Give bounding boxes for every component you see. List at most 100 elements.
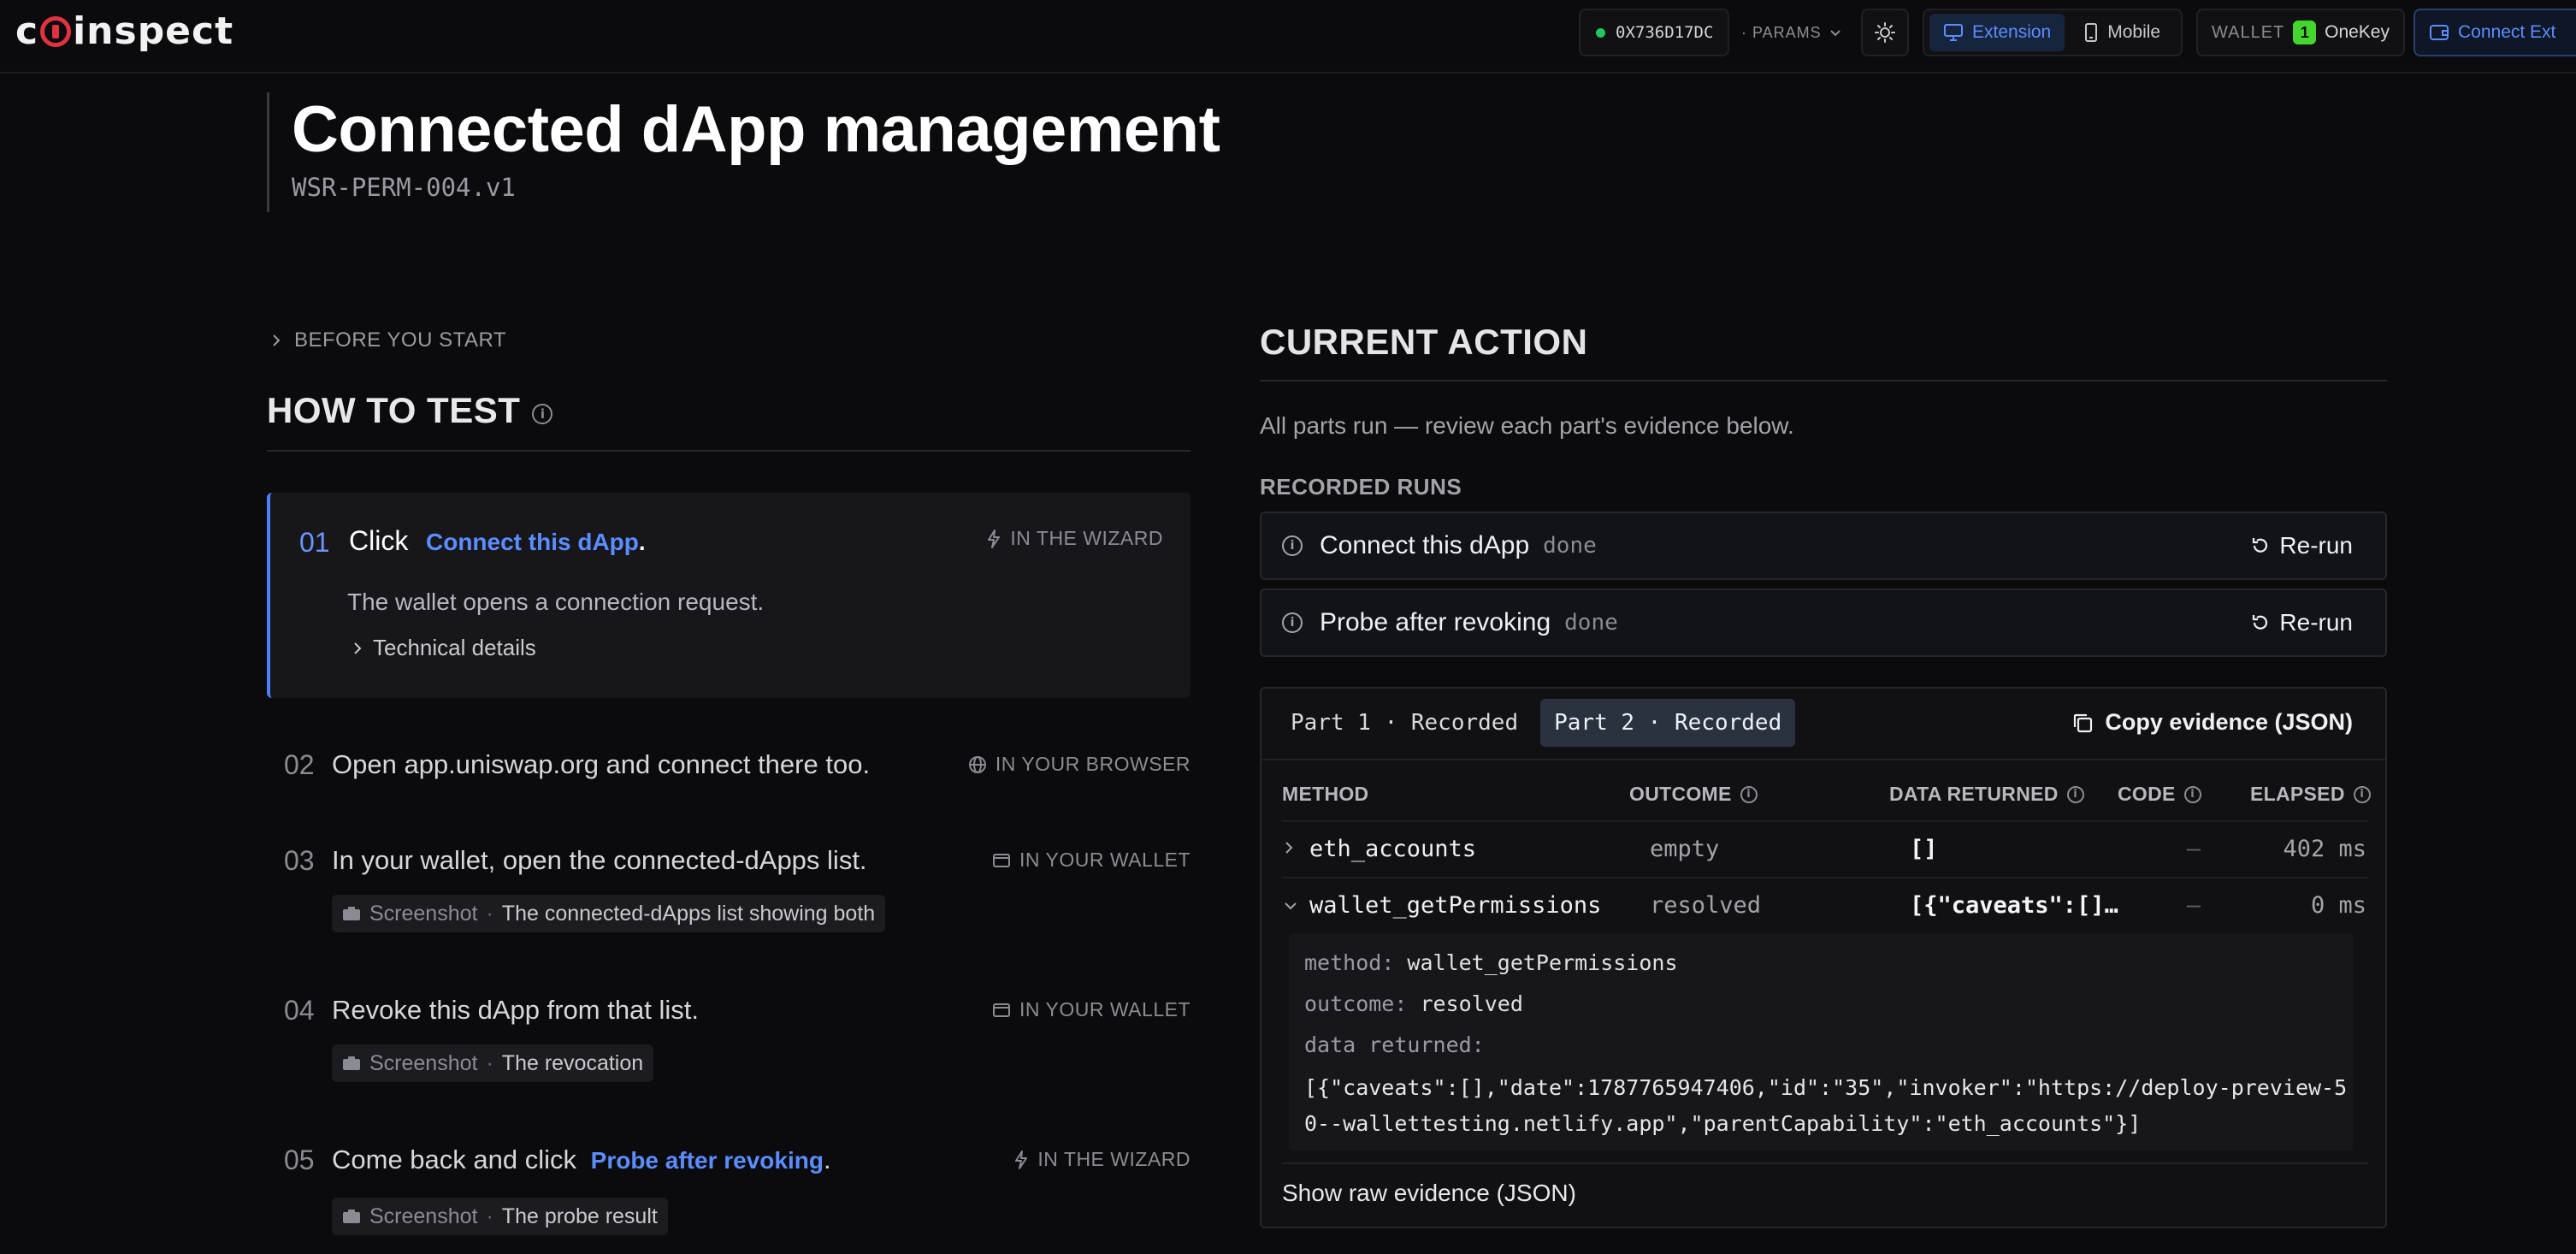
column-header-label: CODE — [2118, 783, 2176, 805]
copy-evidence-button[interactable]: Copy evidence (JSON) — [2071, 709, 2353, 736]
info-icon[interactable]: i — [2066, 785, 2084, 803]
rotate-ccw-icon — [2253, 615, 2268, 630]
step-02: 02 Open app.uniswap.org and connect ther… — [284, 749, 1191, 792]
camera-icon — [343, 1056, 360, 1070]
run-status: done — [1564, 610, 1618, 636]
camera-icon — [343, 907, 360, 920]
account-address-chip[interactable]: 0X736D17DC — [1579, 9, 1729, 56]
step-number: 04 — [284, 995, 315, 1026]
evidence-panel: Part 1 · Recorded Part 2 · Recorded Copy… — [1260, 687, 2387, 1228]
run-name: Connect this dApp — [1320, 531, 1530, 559]
chevron-right-icon[interactable] — [1284, 837, 1294, 860]
step-03: 03 In your wallet, open the connected-dA… — [284, 845, 1191, 939]
detail-key: method: — [1304, 950, 1395, 975]
step-verb: Click — [349, 525, 409, 556]
params-dropdown[interactable]: · PARAMS — [1741, 9, 1842, 56]
copy-evidence-label: Copy evidence (JSON) — [2105, 709, 2353, 735]
info-icon[interactable]: i — [1282, 535, 1303, 556]
column-header-label: DATA RETURNED — [1889, 783, 2059, 805]
extension-mode-button[interactable]: Extension — [1929, 14, 2065, 51]
show-raw-evidence-toggle[interactable]: Show raw evidence (JSON) — [1282, 1162, 2368, 1207]
platform-segmented-control: Extension Mobile — [1923, 9, 2183, 56]
copy-icon — [2074, 713, 2093, 732]
row-elapsed: 0 ms — [2310, 892, 2366, 919]
step-05: 05 Come back and click Probe after revok… — [284, 1145, 1191, 1239]
tab-part-1[interactable]: Part 1 · Recorded — [1277, 699, 1532, 747]
detail-value: wallet_getPermissions — [1407, 950, 1678, 975]
step-location: IN YOUR WALLET — [992, 998, 1191, 1021]
screenshot-slot[interactable]: Screenshot · The connected-dApps list sh… — [332, 895, 886, 932]
probe-after-revoking-link[interactable]: Probe after revoking — [591, 1147, 824, 1174]
technical-details-label: Technical details — [373, 635, 536, 660]
detail-data-key: data returned: — [1304, 1032, 1485, 1057]
technical-details-toggle[interactable]: Technical details — [352, 635, 536, 661]
info-icon[interactable]: i — [2183, 785, 2201, 803]
step-text: Revoke this dApp from that list. — [332, 995, 700, 1025]
table-row[interactable]: wallet_getPermissions resolved [{"caveat… — [1282, 877, 2368, 932]
logo-wordmark: c inspect — [15, 9, 234, 53]
screenshot-slot[interactable]: Screenshot · The revocation — [332, 1044, 654, 1082]
screenshot-description: The revocation — [501, 1050, 644, 1075]
column-header-elapsed: ELAPSED i — [2250, 783, 2371, 806]
screenshot-separator: · — [486, 1204, 493, 1228]
theme-toggle-button[interactable] — [1861, 9, 1909, 56]
connect-dapp-link[interactable]: Connect this dApp. — [426, 529, 646, 556]
tab-part-2[interactable]: Part 2 · Recorded — [1540, 699, 1796, 747]
wallet-name: OneKey — [2325, 22, 2390, 42]
rerun-button[interactable]: Re-run — [2250, 532, 2353, 559]
step-suffix: . — [638, 529, 646, 555]
coinspect-logo[interactable]: c inspect — [15, 9, 234, 53]
screenshot-separator: · — [486, 1050, 493, 1075]
row-elapsed: 402 ms — [2283, 836, 2366, 862]
camera-icon — [343, 1210, 360, 1223]
row-method: wallet_getPermissions — [1309, 892, 1602, 919]
row-data-returned: [] — [1910, 836, 1938, 862]
step-text: Come back and click Probe after revoking… — [332, 1145, 831, 1175]
run-name: Probe after revoking — [1320, 608, 1551, 636]
info-icon[interactable]: i — [1740, 785, 1758, 803]
mobile-mode-button[interactable]: Mobile — [2070, 14, 2174, 51]
step-verb: Come back and click — [332, 1145, 577, 1174]
screenshot-description: The connected-dApps list showing both — [501, 901, 876, 926]
chevron-down-icon[interactable] — [1284, 894, 1297, 916]
lightning-icon — [1015, 1150, 1028, 1169]
page-header: Connected dApp management WSR-PERM-004.v… — [267, 92, 1220, 212]
screenshot-slot[interactable]: Screenshot · The probe result — [332, 1198, 668, 1235]
row-method: eth_accounts — [1309, 836, 1477, 862]
step-01-card: 01 Click Connect this dApp. IN THE WIZAR… — [267, 493, 1191, 698]
column-header-label: OUTCOME — [1629, 783, 1732, 805]
account-address: 0X736D17DC — [1616, 23, 1714, 42]
column-header-method: METHOD — [1282, 783, 1368, 806]
connect-extension-label: Connect Ext — [2458, 22, 2556, 42]
info-icon[interactable]: i — [2353, 785, 2371, 803]
column-header-code: CODE i — [2118, 783, 2201, 806]
wallet-icon — [993, 1003, 1011, 1017]
test-id: WSR-PERM-004.v1 — [292, 173, 516, 202]
chevron-down-icon — [1829, 30, 1840, 37]
recorded-run-row: i Probe after revoking done Re-run — [1260, 589, 2387, 657]
step-location: IN YOUR BROWSER — [968, 753, 1191, 776]
sun-icon — [1875, 22, 1895, 43]
step-suffix: . — [823, 1145, 831, 1174]
info-icon[interactable]: i — [532, 404, 553, 424]
table-row[interactable]: eth_accounts empty [] — 402 ms — [1282, 820, 2368, 875]
rerun-button[interactable]: Re-run — [2250, 609, 2353, 636]
wallet-selector[interactable]: WALLET 1 OneKey — [2196, 9, 2405, 56]
column-header-label: ELAPSED — [2250, 783, 2345, 805]
info-icon[interactable]: i — [1282, 612, 1303, 633]
step-number: 05 — [284, 1145, 315, 1175]
lightning-icon — [988, 529, 1001, 548]
divider — [1261, 759, 2385, 760]
connect-dapp-link-label: Connect this dApp — [426, 529, 639, 555]
step-location-label: IN YOUR WALLET — [1019, 849, 1191, 871]
globe-icon — [968, 755, 986, 773]
onekey-logo-icon: 1 — [2293, 21, 2317, 44]
how-to-test-heading: HOW TO TEST i — [267, 390, 1191, 452]
screenshot-label: Screenshot — [369, 901, 478, 926]
chevron-right-icon — [354, 642, 362, 654]
run-status: done — [1543, 533, 1597, 559]
before-you-start-toggle[interactable]: BEFORE YOU START — [270, 328, 506, 352]
rerun-label: Re-run — [2279, 609, 2353, 636]
connect-extension-button[interactable]: Connect Ext — [2414, 9, 2576, 56]
step-04: 04 Revoke this dApp from that list. IN Y… — [284, 995, 1191, 1089]
